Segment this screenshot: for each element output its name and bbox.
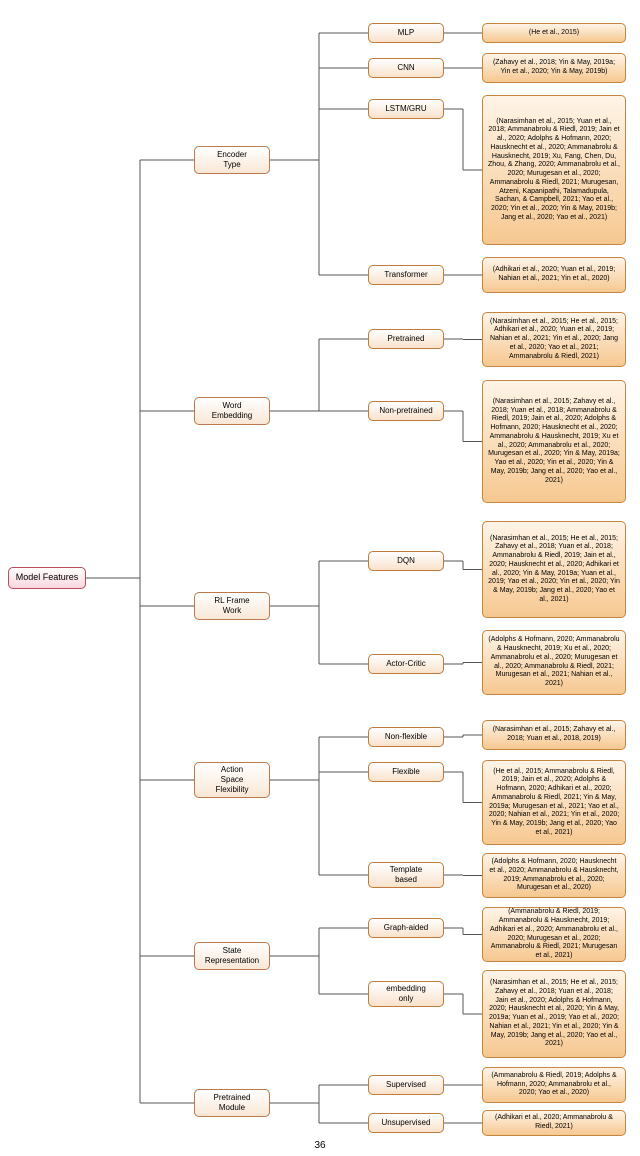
l2-template-based: Template based <box>368 862 444 888</box>
leaf-template: (Adolphs & Hofmann, 2020; Hausknecht et … <box>482 853 626 898</box>
leaf-embonly: (Narasimhan et al., 2015; He et al., 201… <box>482 970 626 1058</box>
leaf-transformer: (Adhikari et al., 2020; Yuan et al., 201… <box>482 257 626 293</box>
l2-cnn: CNN <box>368 58 444 78</box>
l2-embedding-only: embedding only <box>368 981 444 1007</box>
l2-lstm-gru: LSTM/GRU <box>368 99 444 119</box>
leaf-sup: (Ammanabrolu & Riedl, 2019; Adolphs & Ho… <box>482 1067 626 1103</box>
leaf-pre: (Narasimhan et al., 2015; He et al., 201… <box>482 312 626 367</box>
l1-encoder-type: Encoder Type <box>194 146 270 174</box>
leaf-dqn: (Narasimhan et al., 2015; He et al., 201… <box>482 521 626 618</box>
l2-actor-critic: Actor-Critic <box>368 654 444 674</box>
leaf-flex: (He et al., 2015; Ammanabrolu & Riedl, 2… <box>482 760 626 845</box>
l1-rl-framework: RL Frame Work <box>194 592 270 620</box>
leaf-nonpre: (Narasimhan et al., 2015; Zahavy et al.,… <box>482 380 626 503</box>
l1-pretrained-module: Pretrained Module <box>194 1089 270 1117</box>
l1-state-rep: State Representation <box>194 942 270 970</box>
root-node: Model Features <box>8 567 86 589</box>
l2-non-pretrained: Non-pretrained <box>368 401 444 421</box>
leaf-mlp: (He et al., 2015) <box>482 23 626 43</box>
l2-non-flexible: Non-flexible <box>368 727 444 747</box>
l2-flexible: Flexible <box>368 762 444 782</box>
leaf-graph: (Ammanabrolu & Riedl, 2019; Ammanabrolu … <box>482 907 626 962</box>
leaf-lstm: (Narasimhan et al., 2015; Yuan et al., 2… <box>482 95 626 245</box>
l1-word-embedding: Word Embedding <box>194 397 270 425</box>
l2-mlp: MLP <box>368 23 444 43</box>
leaf-unsup: (Adhikari et al., 2020; Ammanabrolu & Ri… <box>482 1110 626 1136</box>
l2-unsupervised: Unsupervised <box>368 1113 444 1133</box>
l1-action-space: Action Space Flexibility <box>194 762 270 798</box>
l2-transformer: Transformer <box>368 265 444 285</box>
leaf-cnn: (Zahavy et al., 2018; Yin & May, 2019a; … <box>482 53 626 83</box>
leaf-actor: (Adolphs & Hofmann, 2020; Ammanabrolu & … <box>482 630 626 695</box>
l2-pretrained: Pretrained <box>368 329 444 349</box>
leaf-nonflex: (Narasimhan et al., 2015; Zahavy et al.,… <box>482 720 626 750</box>
l2-dqn: DQN <box>368 551 444 571</box>
page-number: 36 <box>0 1140 640 1151</box>
l2-supervised: Supervised <box>368 1075 444 1095</box>
l2-graph-aided: Graph-aided <box>368 918 444 938</box>
